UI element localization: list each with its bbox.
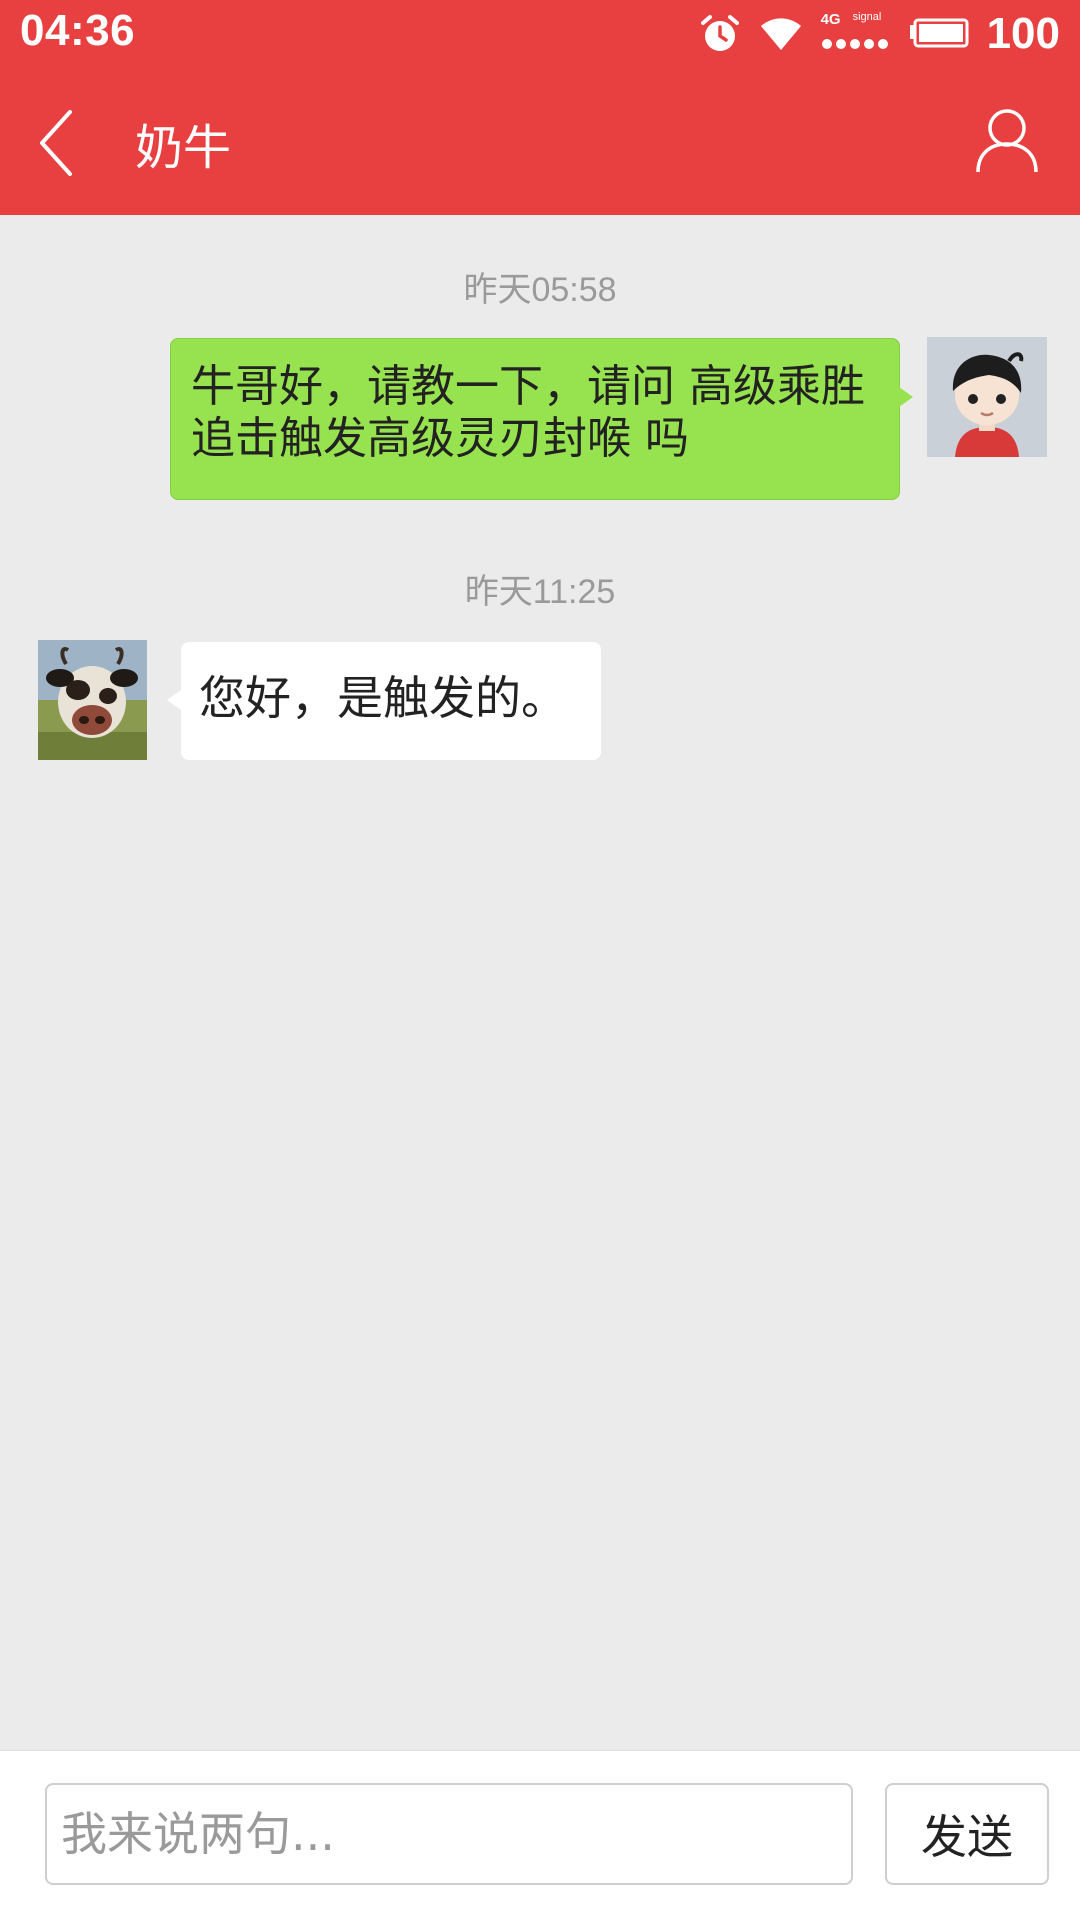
- status-bar: 04:36 4G signal 100: [0, 0, 1080, 68]
- signal-label: signal: [852, 11, 882, 23]
- alarm-icon: [699, 13, 741, 55]
- message-timestamp: 昨天11:25: [464, 573, 616, 611]
- chevron-left-icon: [40, 110, 72, 176]
- network-type-label: 4G: [820, 11, 841, 28]
- message-timestamp: 昨天05:58: [463, 271, 617, 309]
- top-bar: 04:36 4G signal 100 奶牛: [0, 0, 1080, 215]
- avatar[interactable]: [927, 337, 1047, 457]
- user-avatar-icon: [927, 337, 1047, 457]
- incoming-message-bubble[interactable]: 您好，是触发的。: [167, 642, 601, 760]
- status-icons: 4G signal 100: [699, 6, 1060, 62]
- status-time: 04:36: [20, 6, 136, 55]
- profile-button[interactable]: [974, 106, 1040, 176]
- wifi-icon: [759, 16, 803, 52]
- battery-percent: 100: [986, 9, 1060, 58]
- avatar[interactable]: [38, 640, 147, 760]
- cellular-signal-icon: 4G signal: [821, 11, 891, 57]
- back-button[interactable]: [30, 104, 90, 182]
- nav-bar: 奶牛: [0, 68, 1080, 215]
- battery-icon: [909, 18, 969, 50]
- chat-screen: 04:36 4G signal 100 奶牛 昨天05:58 牛哥好，请教一下，…: [0, 0, 1080, 1920]
- message-input[interactable]: [45, 1783, 853, 1885]
- composer-bar: 发送: [0, 1750, 1080, 1920]
- cow-avatar-icon: [38, 640, 147, 760]
- person-icon: [976, 109, 1038, 173]
- send-button[interactable]: 发送: [885, 1783, 1049, 1885]
- outgoing-message-bubble[interactable]: 牛哥好，请教一下，请问 高级乘胜追击触发高级灵刃封喉 吗: [170, 338, 913, 500]
- page-title: 奶牛: [135, 120, 232, 176]
